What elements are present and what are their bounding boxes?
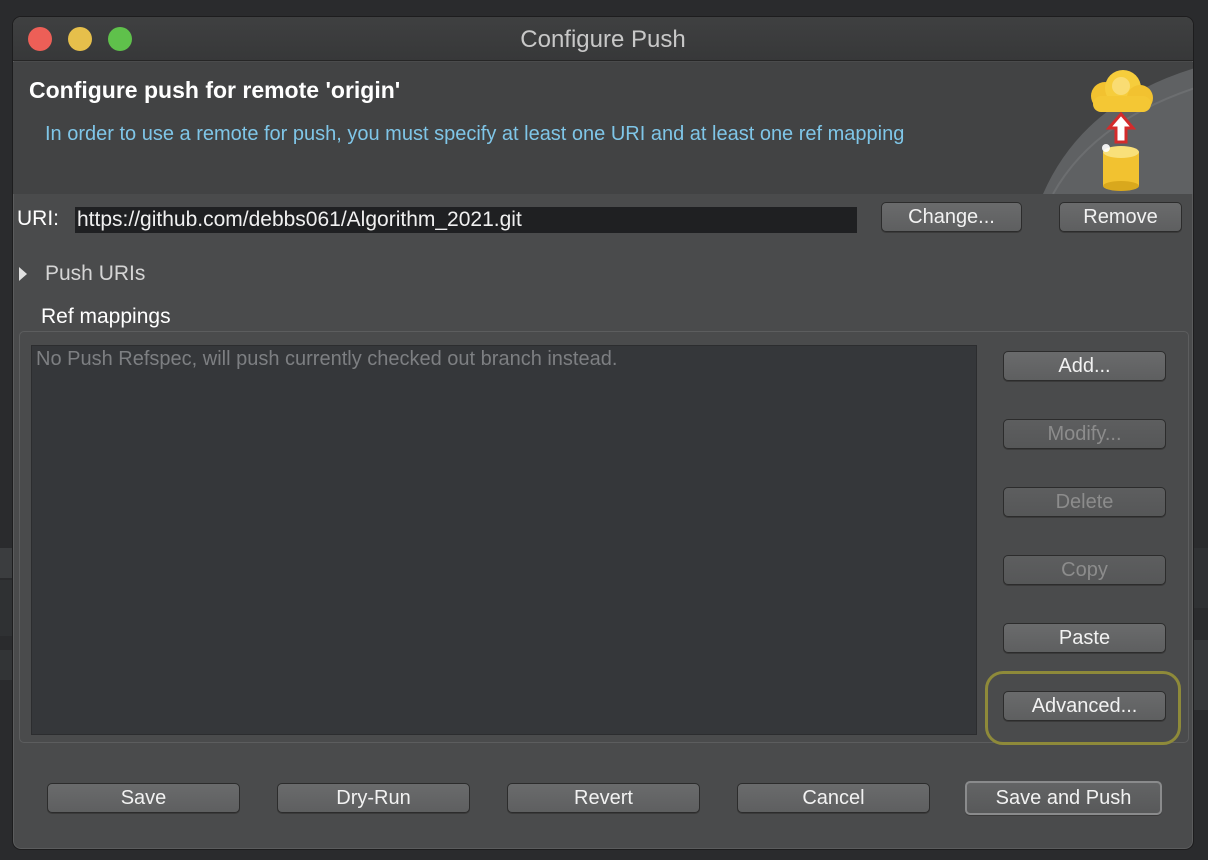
- copy-refspec-button[interactable]: Copy: [1003, 555, 1166, 585]
- dry-run-button[interactable]: Dry-Run: [277, 783, 470, 813]
- add-refspec-button[interactable]: Add...: [1003, 351, 1166, 381]
- delete-refspec-button[interactable]: Delete: [1003, 487, 1166, 517]
- remove-uri-button[interactable]: Remove: [1059, 202, 1182, 232]
- save-button[interactable]: Save: [47, 783, 240, 813]
- refspec-list[interactable]: No Push Refspec, will push currently che…: [31, 345, 977, 735]
- push-to-cloud-icon: [1043, 68, 1193, 194]
- dialog-heading: Configure push for remote 'origin': [29, 77, 401, 103]
- push-uris-expander[interactable]: Push URIs: [19, 262, 145, 286]
- change-uri-button[interactable]: Change...: [881, 202, 1022, 232]
- push-uris-label: Push URIs: [45, 262, 146, 285]
- background-panel: [1194, 640, 1208, 710]
- background-panel: [1194, 548, 1208, 608]
- save-and-push-button[interactable]: Save and Push: [965, 781, 1162, 815]
- title-bar: Configure Push: [13, 17, 1193, 61]
- modify-refspec-button[interactable]: Modify...: [1003, 419, 1166, 449]
- ref-mappings-label: Ref mappings: [41, 305, 171, 328]
- chevron-right-icon: [19, 267, 27, 281]
- cancel-button[interactable]: Cancel: [737, 783, 930, 813]
- uri-label: URI:: [17, 207, 59, 230]
- refspec-empty-message: No Push Refspec, will push currently che…: [36, 348, 618, 370]
- uri-field[interactable]: [75, 207, 857, 233]
- revert-button[interactable]: Revert: [507, 783, 700, 813]
- dialog-description: In order to use a remote for push, you m…: [45, 123, 905, 145]
- window-title: Configure Push: [520, 26, 686, 53]
- configure-push-dialog: Configure Push Configure push for remote…: [12, 16, 1194, 850]
- paste-refspec-button[interactable]: Paste: [1003, 623, 1166, 653]
- advanced-button[interactable]: Advanced...: [1003, 691, 1166, 721]
